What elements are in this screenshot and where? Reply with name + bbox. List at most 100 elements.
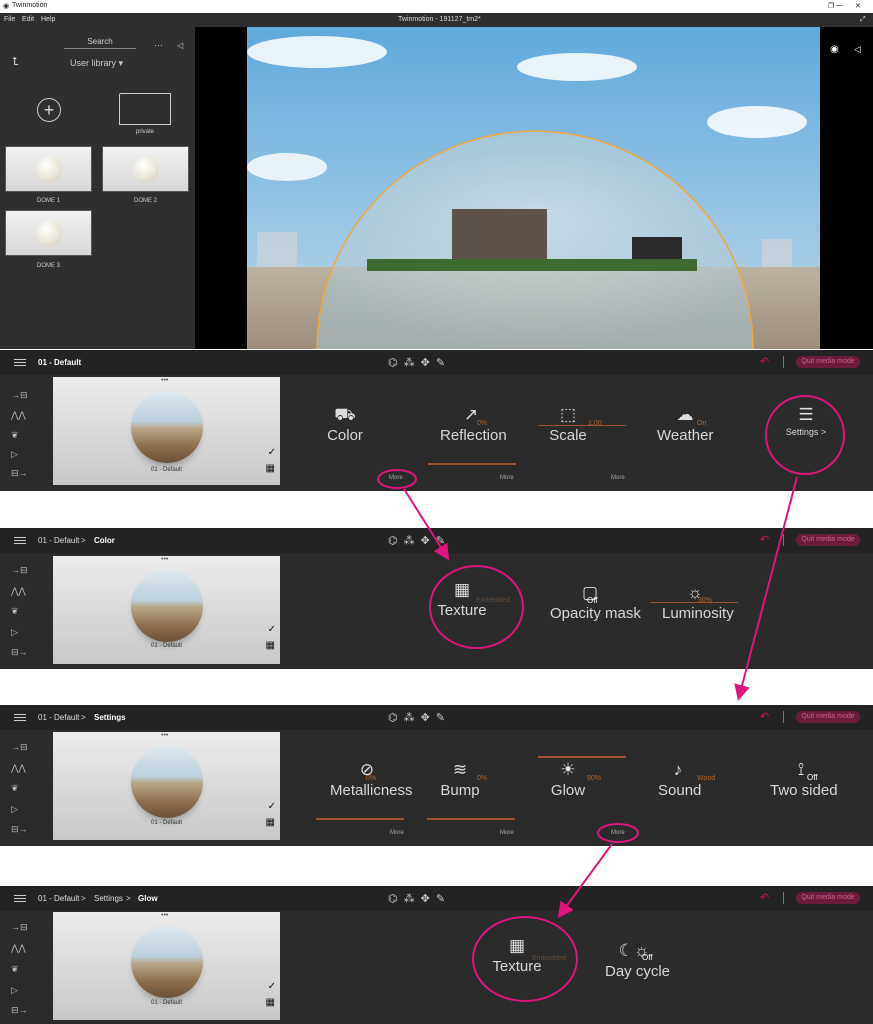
search-field[interactable]: Search (64, 37, 136, 49)
prop-day-cycle[interactable]: ☾☼ Day cycle (605, 941, 670, 980)
eyedropper-icon[interactable]: ✎ (436, 357, 451, 369)
prop-two-sided[interactable]: ⟟ Two sided (770, 760, 838, 799)
export-icon[interactable]: ⊟→ (11, 647, 31, 658)
hamburger-menu-icon[interactable] (14, 359, 26, 366)
library-dropdown[interactable]: User library ▾ (70, 58, 123, 69)
slider-bar[interactable] (316, 818, 404, 820)
add-item-button[interactable]: + (37, 98, 61, 122)
export-icon[interactable]: ⊟→ (11, 1005, 31, 1016)
leaf-icon[interactable]: ❦ (11, 783, 31, 794)
slider-bar[interactable] (428, 463, 516, 465)
export-icon[interactable]: ⊟→ (11, 824, 31, 835)
quit-media-mode-button[interactable]: Quit media mode (796, 892, 860, 904)
checkmark-icon[interactable]: ✓ (268, 624, 276, 635)
library-item-dome-1[interactable] (5, 146, 92, 192)
material-preview[interactable]: ••• 01 - Default ✓ ▦ (53, 377, 280, 485)
leaf-icon[interactable]: ❦ (11, 964, 31, 975)
landscape-icon[interactable]: ⋀⋀ (11, 410, 31, 421)
maximize-button[interactable]: ❐ (828, 2, 834, 10)
material-preview[interactable]: ••• 01 - Default ✓ ▦ (53, 732, 280, 840)
quit-media-mode-button[interactable]: Quit media mode (796, 711, 860, 723)
grid-icon[interactable]: ▦ (266, 463, 275, 474)
export-icon[interactable]: ⊟→ (11, 468, 31, 479)
prop-reflection[interactable]: ↗ Reflection (440, 405, 507, 444)
slider-bar[interactable] (538, 756, 626, 758)
import-icon[interactable]: →⊟ (11, 922, 31, 933)
breadcrumb-item[interactable]: 01 - Default (38, 536, 79, 545)
minimize-button[interactable]: — (836, 2, 843, 9)
landscape-icon[interactable]: ⋀⋀ (11, 763, 31, 774)
hamburger-menu-icon[interactable] (14, 714, 26, 721)
eye-icon[interactable]: ◉ (830, 44, 839, 55)
folder-icon[interactable] (119, 93, 171, 125)
quit-media-mode-button[interactable]: Quit media mode (796, 534, 860, 546)
shape-tool-icon[interactable]: ⌬ (388, 535, 404, 547)
leaf-icon[interactable]: ❦ (11, 430, 31, 441)
fullscreen-icon[interactable]: ⤢ (860, 16, 866, 24)
breadcrumb-item[interactable]: 01 - Default (38, 713, 79, 722)
menu-edit[interactable]: Edit (22, 16, 34, 23)
more-button[interactable]: More (390, 830, 404, 836)
grid-icon[interactable]: ▦ (266, 817, 275, 828)
viewport[interactable]: ◉ ◁ (195, 27, 873, 349)
prop-glow[interactable]: ☀ Glow (550, 760, 586, 799)
leaf-icon[interactable]: ❦ (11, 606, 31, 617)
checkmark-icon[interactable]: ✓ (268, 981, 276, 992)
media-icon[interactable]: ▷ (11, 985, 31, 996)
checkmark-icon[interactable]: ✓ (268, 801, 276, 812)
eyedropper-icon[interactable]: ✎ (436, 535, 451, 547)
eyedropper-icon[interactable]: ✎ (436, 712, 451, 724)
prop-bump[interactable]: ≋ Bump (440, 760, 480, 799)
scatter-tool-icon[interactable]: ⁂ (404, 893, 421, 905)
collapse-icon[interactable]: ◁ (177, 41, 183, 50)
undo-icon[interactable]: ↶ (760, 355, 769, 368)
hamburger-menu-icon[interactable] (14, 895, 26, 902)
breadcrumb-item[interactable]: 01 - Default (38, 894, 79, 903)
more-button[interactable]: More (500, 830, 514, 836)
quit-media-mode-button[interactable]: Quit media mode (796, 356, 860, 368)
library-item-dome-3[interactable] (5, 210, 92, 256)
material-preview[interactable]: ••• 01 - Default ✓ ▦ (53, 912, 280, 1020)
menu-help[interactable]: Help (41, 16, 55, 23)
undo-icon[interactable]: ↶ (760, 710, 769, 723)
hamburger-menu-icon[interactable] (14, 537, 26, 544)
media-icon[interactable]: ▷ (11, 804, 31, 815)
library-item-dome-2[interactable] (102, 146, 189, 192)
menu-file[interactable]: File (4, 16, 15, 23)
breadcrumb-item[interactable]: 01 - Default (38, 358, 81, 367)
grid-icon[interactable]: ▦ (266, 997, 275, 1008)
breadcrumb-item[interactable]: Color (94, 536, 115, 545)
import-icon[interactable]: →⊟ (11, 390, 31, 401)
landscape-icon[interactable]: ⋀⋀ (11, 586, 31, 597)
close-button[interactable]: ✕ (855, 2, 861, 10)
more-options-icon[interactable]: ··· (154, 40, 163, 50)
media-icon[interactable]: ▷ (11, 627, 31, 638)
landscape-icon[interactable]: ⋀⋀ (11, 943, 31, 954)
grid-icon[interactable]: ▦ (266, 640, 275, 651)
breadcrumb-item[interactable]: Settings (94, 894, 123, 903)
undo-icon[interactable]: ↶ (760, 533, 769, 546)
move-tool-icon[interactable]: ✥ (421, 535, 436, 547)
breadcrumb-item[interactable]: Glow (138, 894, 158, 903)
checkmark-icon[interactable]: ✓ (268, 447, 276, 458)
scatter-tool-icon[interactable]: ⁂ (404, 357, 421, 369)
scatter-tool-icon[interactable]: ⁂ (404, 535, 421, 547)
slider-bar[interactable] (650, 602, 738, 603)
collapse-right-icon[interactable]: ◁ (854, 44, 861, 55)
shape-tool-icon[interactable]: ⌬ (388, 712, 404, 724)
prop-color[interactable]: ⛟ Color (322, 405, 368, 444)
import-icon[interactable]: →⊟ (11, 742, 31, 753)
breadcrumb-item[interactable]: Settings (94, 713, 126, 722)
media-icon[interactable]: ▷ (11, 449, 31, 460)
undo-icon[interactable]: ↶ (760, 891, 769, 904)
move-tool-icon[interactable]: ✥ (421, 893, 436, 905)
scene-render[interactable] (247, 27, 820, 349)
prop-sound[interactable]: ♪ Sound (658, 760, 701, 799)
slider-bar[interactable] (427, 818, 515, 820)
more-button[interactable]: More (500, 475, 514, 481)
shape-tool-icon[interactable]: ⌬ (388, 893, 404, 905)
move-tool-icon[interactable]: ✥ (421, 712, 436, 724)
move-tool-icon[interactable]: ✥ (421, 357, 436, 369)
back-icon[interactable]: ⮤ (12, 56, 19, 69)
scatter-tool-icon[interactable]: ⁂ (404, 712, 421, 724)
